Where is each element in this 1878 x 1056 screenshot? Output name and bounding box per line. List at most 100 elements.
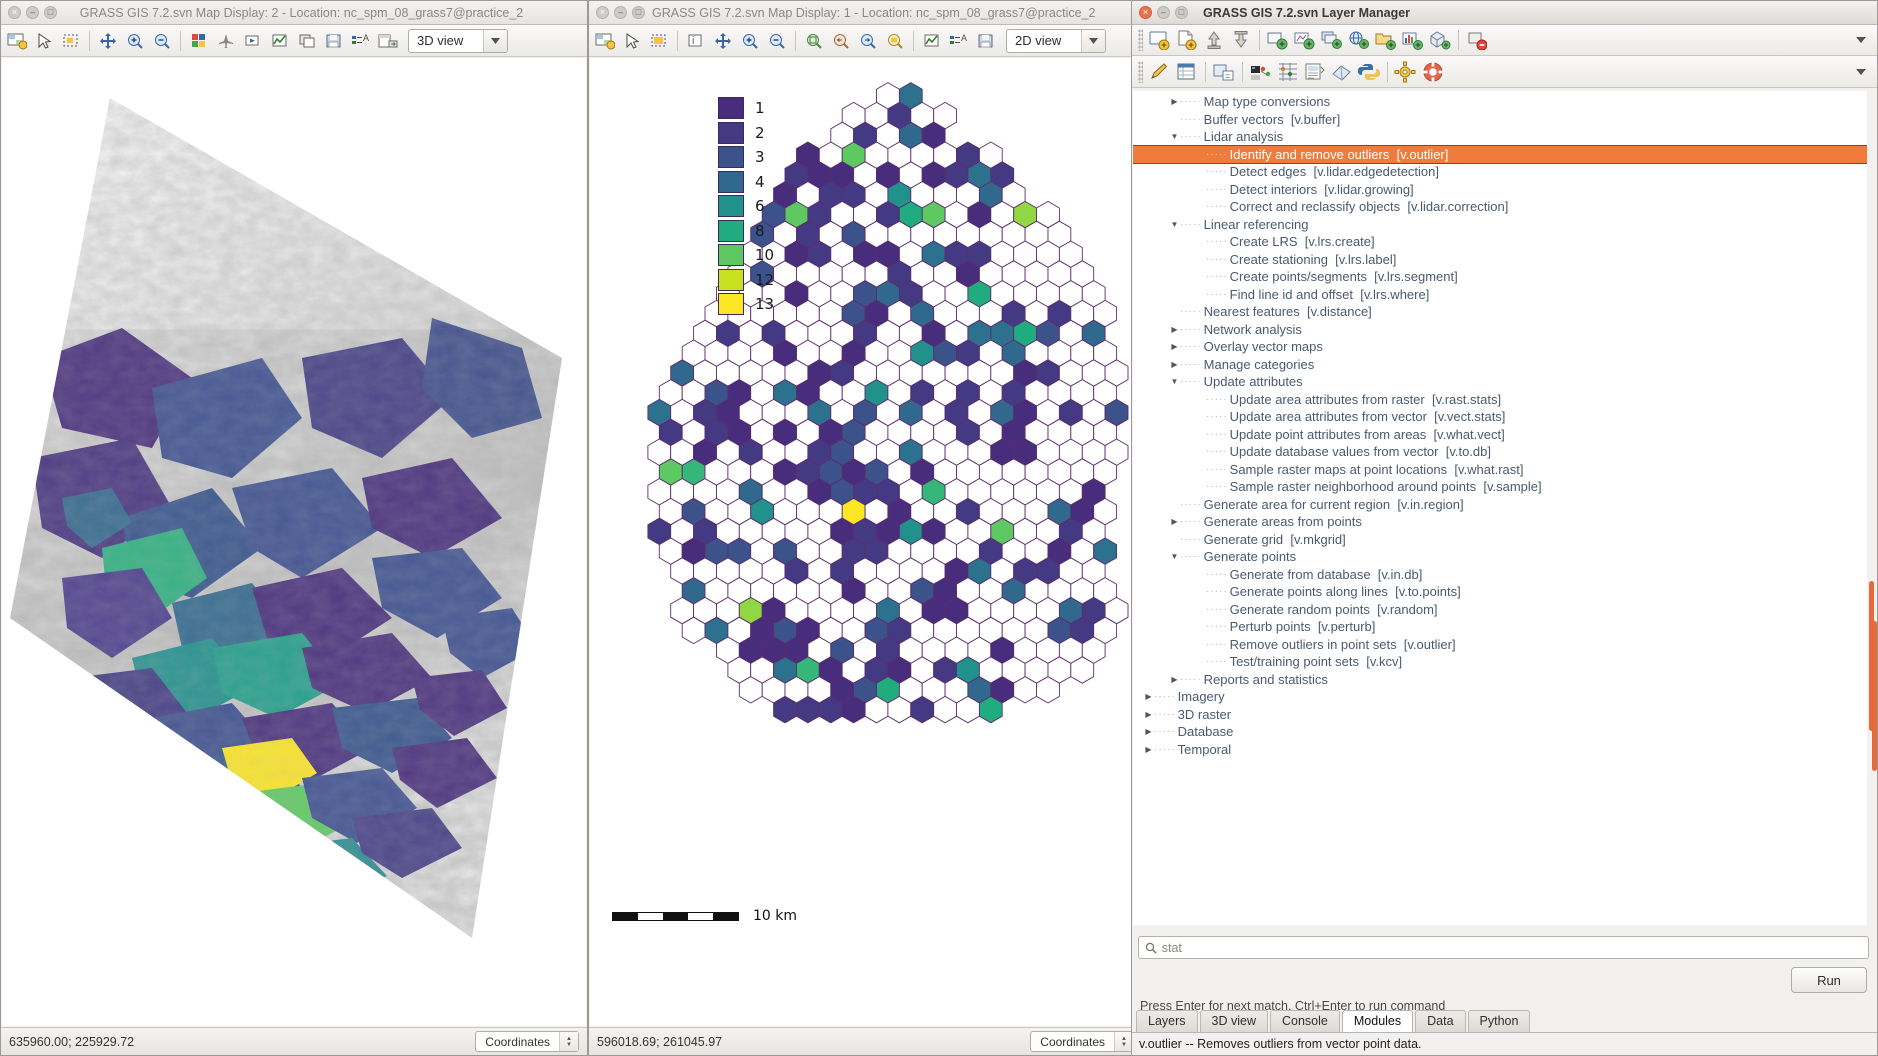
tab-modules[interactable]: Modules — [1342, 1010, 1413, 1032]
tree-item[interactable]: ·····Remove outliers in point sets [v.ou… — [1133, 636, 1876, 654]
attribute-table-icon[interactable] — [1174, 59, 1200, 85]
tree-item[interactable]: ▶·····Manage categories — [1133, 356, 1876, 374]
chevron-right-icon[interactable]: ▶ — [1169, 325, 1180, 334]
tab-layers[interactable]: Layers — [1136, 1010, 1198, 1032]
export-display-icon[interactable] — [375, 28, 401, 54]
module-search-field[interactable] — [1138, 936, 1869, 959]
zoom-in-icon[interactable] — [737, 28, 763, 54]
view-mode-combo-2d[interactable]: 2D view — [1006, 29, 1106, 53]
help-icon[interactable] — [1420, 59, 1446, 85]
tree-item[interactable]: ·····Update point attributes from areas … — [1133, 426, 1876, 444]
zoom-forward-icon[interactable] — [855, 28, 881, 54]
map-display-2-canvas[interactable] — [2, 58, 586, 1026]
tree-item-selected[interactable]: ·····Identify and remove outliers [v.out… — [1133, 146, 1876, 164]
view-mode-combo-3d[interactable]: 3D view — [408, 29, 508, 53]
georectify-icon[interactable] — [1248, 59, 1274, 85]
tree-item[interactable]: ·····Correct and reclassify objects [v.l… — [1133, 198, 1876, 216]
tree-item[interactable]: ·····Test/training point sets [v.kcv] — [1133, 653, 1876, 671]
toolbar-overflow-icon[interactable] — [1848, 27, 1874, 53]
tree-item[interactable]: ▶·····Reports and statistics — [1133, 671, 1876, 689]
save-workspace-icon[interactable] — [1228, 27, 1254, 53]
toolbar-overflow-icon-2[interactable] — [1848, 59, 1874, 85]
zoom-to-selected-icon[interactable] — [801, 28, 827, 54]
tree-item[interactable]: ·····Generate random points [v.random] — [1133, 601, 1876, 619]
settings-icon[interactable] — [1393, 59, 1419, 85]
analyze-map-icon[interactable] — [267, 28, 293, 54]
zoom-out-icon[interactable] — [149, 28, 175, 54]
add-vector-layer-icon[interactable] — [1292, 27, 1318, 53]
raster-calculator-icon[interactable]: = — [1211, 59, 1237, 85]
tree-item[interactable]: ▶·····Network analysis — [1133, 321, 1876, 339]
zoom-in-icon[interactable] — [122, 28, 148, 54]
load-workspace-icon[interactable] — [1201, 27, 1227, 53]
tree-item[interactable]: ▶·····Imagery — [1133, 688, 1876, 706]
pointer-icon[interactable] — [619, 28, 645, 54]
display-map-icon[interactable] — [4, 28, 30, 54]
python-shell-icon[interactable] — [1356, 59, 1382, 85]
map-legend-icon[interactable]: A — [348, 28, 374, 54]
maximize-icon[interactable]: □ — [1175, 6, 1188, 19]
3d-view-icon[interactable] — [1329, 59, 1355, 85]
zoom-back-icon[interactable] — [828, 28, 854, 54]
chevron-down-icon[interactable]: ▼ — [1169, 132, 1180, 141]
maximize-icon[interactable]: □ — [632, 6, 645, 19]
tab-python[interactable]: Python — [1468, 1010, 1531, 1032]
toolbar-grip[interactable] — [1138, 29, 1143, 51]
add-group-icon[interactable] — [1373, 27, 1399, 53]
zoom-out-icon[interactable] — [764, 28, 790, 54]
add-raster-layer-icon[interactable] — [1265, 27, 1291, 53]
chevron-down-icon[interactable] — [1081, 30, 1105, 52]
close-icon[interactable]: × — [1139, 6, 1152, 19]
overlay-icon[interactable] — [294, 28, 320, 54]
tab-data[interactable]: Data — [1415, 1010, 1465, 1032]
tree-item[interactable]: ·····Find line id and offset [v.lrs.wher… — [1133, 286, 1876, 304]
add-graph-layer-icon[interactable] — [1400, 27, 1426, 53]
map-display-1-canvas[interactable]: 123468101213 10 km — [590, 58, 1141, 1026]
map-display-1-status-combo[interactable]: Coordinates ▲▼ — [1030, 1031, 1134, 1052]
tree-item[interactable]: ·····Detect edges [v.lidar.edgedetection… — [1133, 163, 1876, 181]
tree-item[interactable]: ·····Perturb points [v.perturb] — [1133, 618, 1876, 636]
add-web-service-icon[interactable] — [1346, 27, 1372, 53]
tab-3d-view[interactable]: 3D view — [1200, 1010, 1268, 1032]
tree-item[interactable]: ·····Update area attributes from raster … — [1133, 391, 1876, 409]
tree-item[interactable]: ·····Generate grid [v.mkgrid] — [1133, 531, 1876, 549]
tree-item[interactable]: ·····Nearest features [v.distance] — [1133, 303, 1876, 321]
tree-item[interactable]: ·····Sample raster maps at point locatio… — [1133, 461, 1876, 479]
layer-manager-titlebar[interactable]: × – □ GRASS GIS 7.2.svn Layer Manager — [1132, 1, 1877, 25]
close-icon[interactable]: × — [596, 6, 609, 19]
tree-item[interactable]: ▶·····Generate areas from points — [1133, 513, 1876, 531]
tab-console[interactable]: Console — [1270, 1010, 1340, 1032]
chevron-right-icon[interactable]: ▶ — [1143, 692, 1154, 701]
fly-through-icon[interactable] — [213, 28, 239, 54]
map-swipe-icon[interactable] — [1275, 59, 1301, 85]
save-display-icon[interactable] — [321, 28, 347, 54]
pan-icon[interactable] — [710, 28, 736, 54]
tree-item[interactable]: ▶·····Temporal — [1133, 741, 1876, 759]
close-icon[interactable]: × — [8, 6, 21, 19]
tree-item[interactable]: ▼·····Update attributes — [1133, 373, 1876, 391]
chevron-right-icon[interactable]: ▶ — [1143, 727, 1154, 736]
display-map-icon[interactable] — [592, 28, 618, 54]
tree-item[interactable]: ·····Sample raster neighborhood around p… — [1133, 478, 1876, 496]
cartographic-composer-icon[interactable] — [1302, 59, 1328, 85]
chevron-right-icon[interactable]: ▶ — [1169, 360, 1180, 369]
run-button[interactable]: Run — [1791, 967, 1867, 993]
modules-tree-scrollbar[interactable] — [1867, 91, 1876, 925]
analyze-map-icon[interactable] — [919, 28, 945, 54]
search-input[interactable] — [1162, 941, 1862, 955]
chevron-right-icon[interactable]: ▶ — [1169, 342, 1180, 351]
tree-item[interactable]: ·····Generate from database [v.in.db] — [1133, 566, 1876, 584]
tree-item[interactable]: ·····Update database values from vector … — [1133, 443, 1876, 461]
chevron-down-icon[interactable]: ▼ — [1169, 377, 1180, 386]
edit-vector-icon[interactable] — [1147, 59, 1173, 85]
tree-item[interactable]: ▼·····Generate points — [1133, 548, 1876, 566]
add-multiple-rasters-icon[interactable] — [1319, 27, 1345, 53]
tree-item[interactable]: ·····Buffer vectors [v.buffer] — [1133, 111, 1876, 129]
tree-item[interactable]: ·····Create points/segments [v.lrs.segme… — [1133, 268, 1876, 286]
render-options-icon[interactable] — [186, 28, 212, 54]
select-region-icon[interactable] — [646, 28, 672, 54]
tree-item[interactable]: ▶·····Map type conversions — [1133, 93, 1876, 111]
tree-item[interactable]: ·····Update area attributes from vector … — [1133, 408, 1876, 426]
remove-layer-icon[interactable] — [1464, 27, 1490, 53]
new-workspace-icon[interactable] — [1147, 27, 1173, 53]
